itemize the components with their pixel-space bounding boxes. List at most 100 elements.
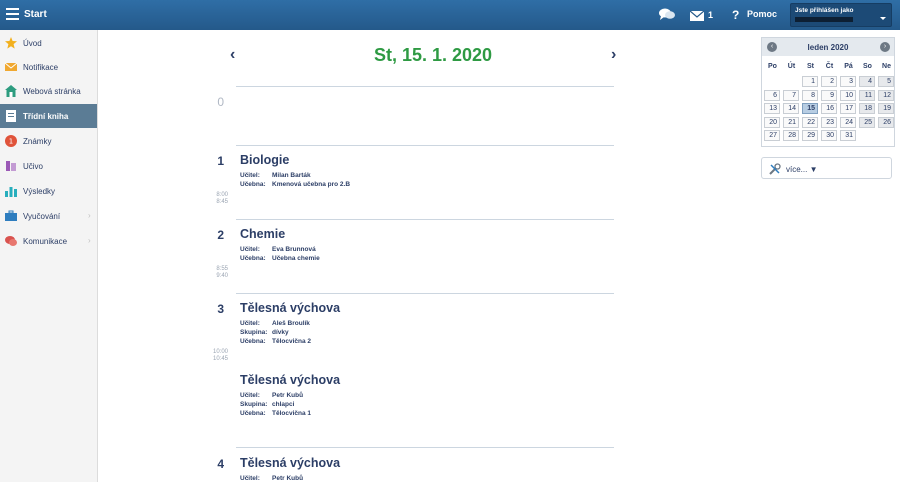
calendar-weekday-label: So — [863, 63, 872, 70]
group-name: chlapci — [272, 401, 295, 408]
calendar-day[interactable]: 29 — [802, 130, 818, 141]
calendar-day[interactable]: 20 — [764, 116, 780, 128]
detail-key: Skupina: — [240, 401, 268, 408]
sidebar-item-znamky[interactable]: 1 Známky — [0, 129, 97, 153]
calendar-day[interactable]: 14 — [783, 103, 799, 114]
lesson-number: 2 — [217, 228, 224, 242]
calendar-month-title: leden 2020 — [807, 43, 849, 52]
detail-key: Skupina: — [240, 329, 268, 336]
class-book-main: ‹ St, 15. 1. 2020 › 0 1 8:00 8:45 Biolog… — [98, 30, 754, 482]
lesson-time-end: 9:40 — [216, 273, 228, 279]
detail-key: Učitel: — [240, 475, 260, 482]
teacher-name: Petr Kubů — [272, 392, 304, 399]
sidebar-item-ucivo[interactable]: Učivo — [0, 154, 97, 178]
lesson-subject[interactable]: Tělesná výchova — [240, 301, 340, 315]
lesson-subject[interactable]: Chemie — [240, 227, 285, 241]
lesson-time-end: 8:45 — [216, 199, 228, 205]
book-icon — [6, 110, 16, 122]
calendar-day[interactable]: 23 — [821, 116, 837, 128]
next-day-button[interactable]: › — [611, 46, 616, 64]
lesson-subject[interactable]: Biologie — [240, 153, 289, 167]
user-menu[interactable]: Jste přihlášen jako — [790, 3, 892, 27]
divider — [236, 447, 614, 448]
calendar-day[interactable]: 17 — [840, 103, 856, 114]
calendar-day[interactable]: 24 — [840, 116, 856, 128]
menu-icon[interactable] — [6, 8, 19, 20]
lesson-detail-row: Skupina: chlapci — [240, 401, 294, 408]
divider — [236, 219, 614, 220]
help-icon[interactable]: ? — [732, 8, 739, 22]
calendar-day[interactable]: 28 — [783, 130, 799, 141]
lesson-detail-row: Skupina: dívky — [240, 329, 289, 336]
sidebar-item-komunikace[interactable]: Komunikace › — [0, 229, 97, 253]
start-link[interactable]: Start — [24, 9, 47, 20]
lesson-subject[interactable]: Tělesná výchova — [240, 456, 340, 470]
calendar-day[interactable]: 4 — [859, 76, 875, 87]
sidebar-item-vyucovani[interactable]: Vyučování › — [0, 204, 97, 228]
room-name: Tělocvična 1 — [272, 410, 312, 417]
lesson-subject[interactable]: Tělesná výchova — [240, 373, 340, 387]
tools-icon — [769, 163, 781, 175]
calendar-day[interactable]: 25 — [859, 116, 875, 128]
sidebar-item-label: Komunikace — [23, 237, 68, 246]
calendar-day[interactable]: 19 — [878, 103, 894, 114]
calendar-day[interactable]: 31 — [840, 130, 856, 141]
calendar-day[interactable]: 22 — [802, 116, 818, 128]
calendar-day[interactable]: 2 — [821, 76, 837, 87]
calendar-day[interactable]: 1 — [802, 76, 818, 87]
lesson-detail-row: Učebna: Kmenová učebna pro 2.B — [240, 181, 350, 188]
calendar-day[interactable]: 13 — [764, 103, 780, 114]
grade-icon: 1 — [5, 135, 17, 147]
sidebar-item-notifikace[interactable]: Notifikace — [0, 55, 97, 79]
calendar-day[interactable]: 21 — [783, 116, 799, 128]
sidebar-item-vysledky[interactable]: Výsledky — [0, 179, 97, 203]
star-icon — [5, 37, 17, 49]
detail-key: Učebna: — [240, 410, 266, 417]
sidebar-item-label: Webová stránka — [23, 87, 81, 96]
calendar-day[interactable]: 8 — [802, 89, 818, 101]
calendar-day[interactable]: 26 — [878, 116, 894, 128]
calendar-day[interactable]: 12 — [878, 89, 894, 101]
calendar-day[interactable]: 27 — [764, 130, 780, 141]
calendar-day[interactable]: 10 — [840, 89, 856, 101]
calendar-weekday-label: Út — [787, 63, 796, 70]
sidebar-item-tridni-kniha[interactable]: Třídní kniha — [0, 104, 97, 128]
mail-icon[interactable] — [690, 11, 704, 21]
teacher-name: Milan Barták — [272, 172, 311, 179]
calendar-day[interactable]: 9 — [821, 89, 837, 101]
calendar-day[interactable]: 3 — [840, 76, 856, 87]
teacher-name: Petr Kubů — [272, 475, 304, 482]
envelope-icon — [5, 62, 17, 71]
user-label: Jste přihlášen jako — [795, 7, 854, 14]
sidebar-item-uvod[interactable]: Úvod — [0, 31, 97, 55]
calendar-day[interactable]: 5 — [878, 76, 894, 87]
chevron-right-icon[interactable]: › — [880, 42, 890, 52]
more-dropdown[interactable]: více... ▼ — [761, 157, 892, 179]
calendar-day[interactable]: 18 — [859, 103, 875, 114]
calendar-weekday-label: Pá — [844, 63, 853, 70]
calendar-day[interactable]: 16 — [821, 103, 837, 114]
detail-key: Učebna: — [240, 181, 266, 188]
calendar-weekday-label: Ne — [882, 63, 891, 70]
briefcase-icon — [5, 210, 17, 221]
help-link[interactable]: Pomoc — [747, 9, 777, 19]
calendar-day[interactable]: 11 — [859, 89, 875, 101]
calendar-day[interactable]: 30 — [821, 130, 837, 141]
calendar-day[interactable]: 7 — [783, 89, 799, 101]
calendar-day-selected[interactable]: 15 — [802, 103, 818, 114]
chevron-left-icon[interactable]: ‹ — [767, 42, 777, 52]
calendar-header: ‹ leden 2020 › — [762, 38, 894, 56]
previous-day-button[interactable]: ‹ — [230, 46, 235, 64]
chat-icon[interactable] — [659, 8, 675, 21]
home-icon — [5, 85, 17, 97]
more-label: více... ▼ — [786, 165, 818, 174]
lesson-number: 1 — [217, 154, 224, 168]
teacher-name: Aleš Broulík — [272, 320, 310, 327]
lesson-detail-row: Učitel: Eva Brunnová — [240, 246, 316, 253]
mail-count-badge[interactable]: 1 — [708, 10, 713, 20]
caret-down-icon: ▼ — [809, 165, 818, 174]
sidebar-item-webova-stranka[interactable]: Webová stránka — [0, 79, 97, 103]
caret-down-icon — [880, 17, 886, 20]
chat-icon — [5, 236, 17, 246]
calendar-day[interactable]: 6 — [764, 89, 780, 101]
